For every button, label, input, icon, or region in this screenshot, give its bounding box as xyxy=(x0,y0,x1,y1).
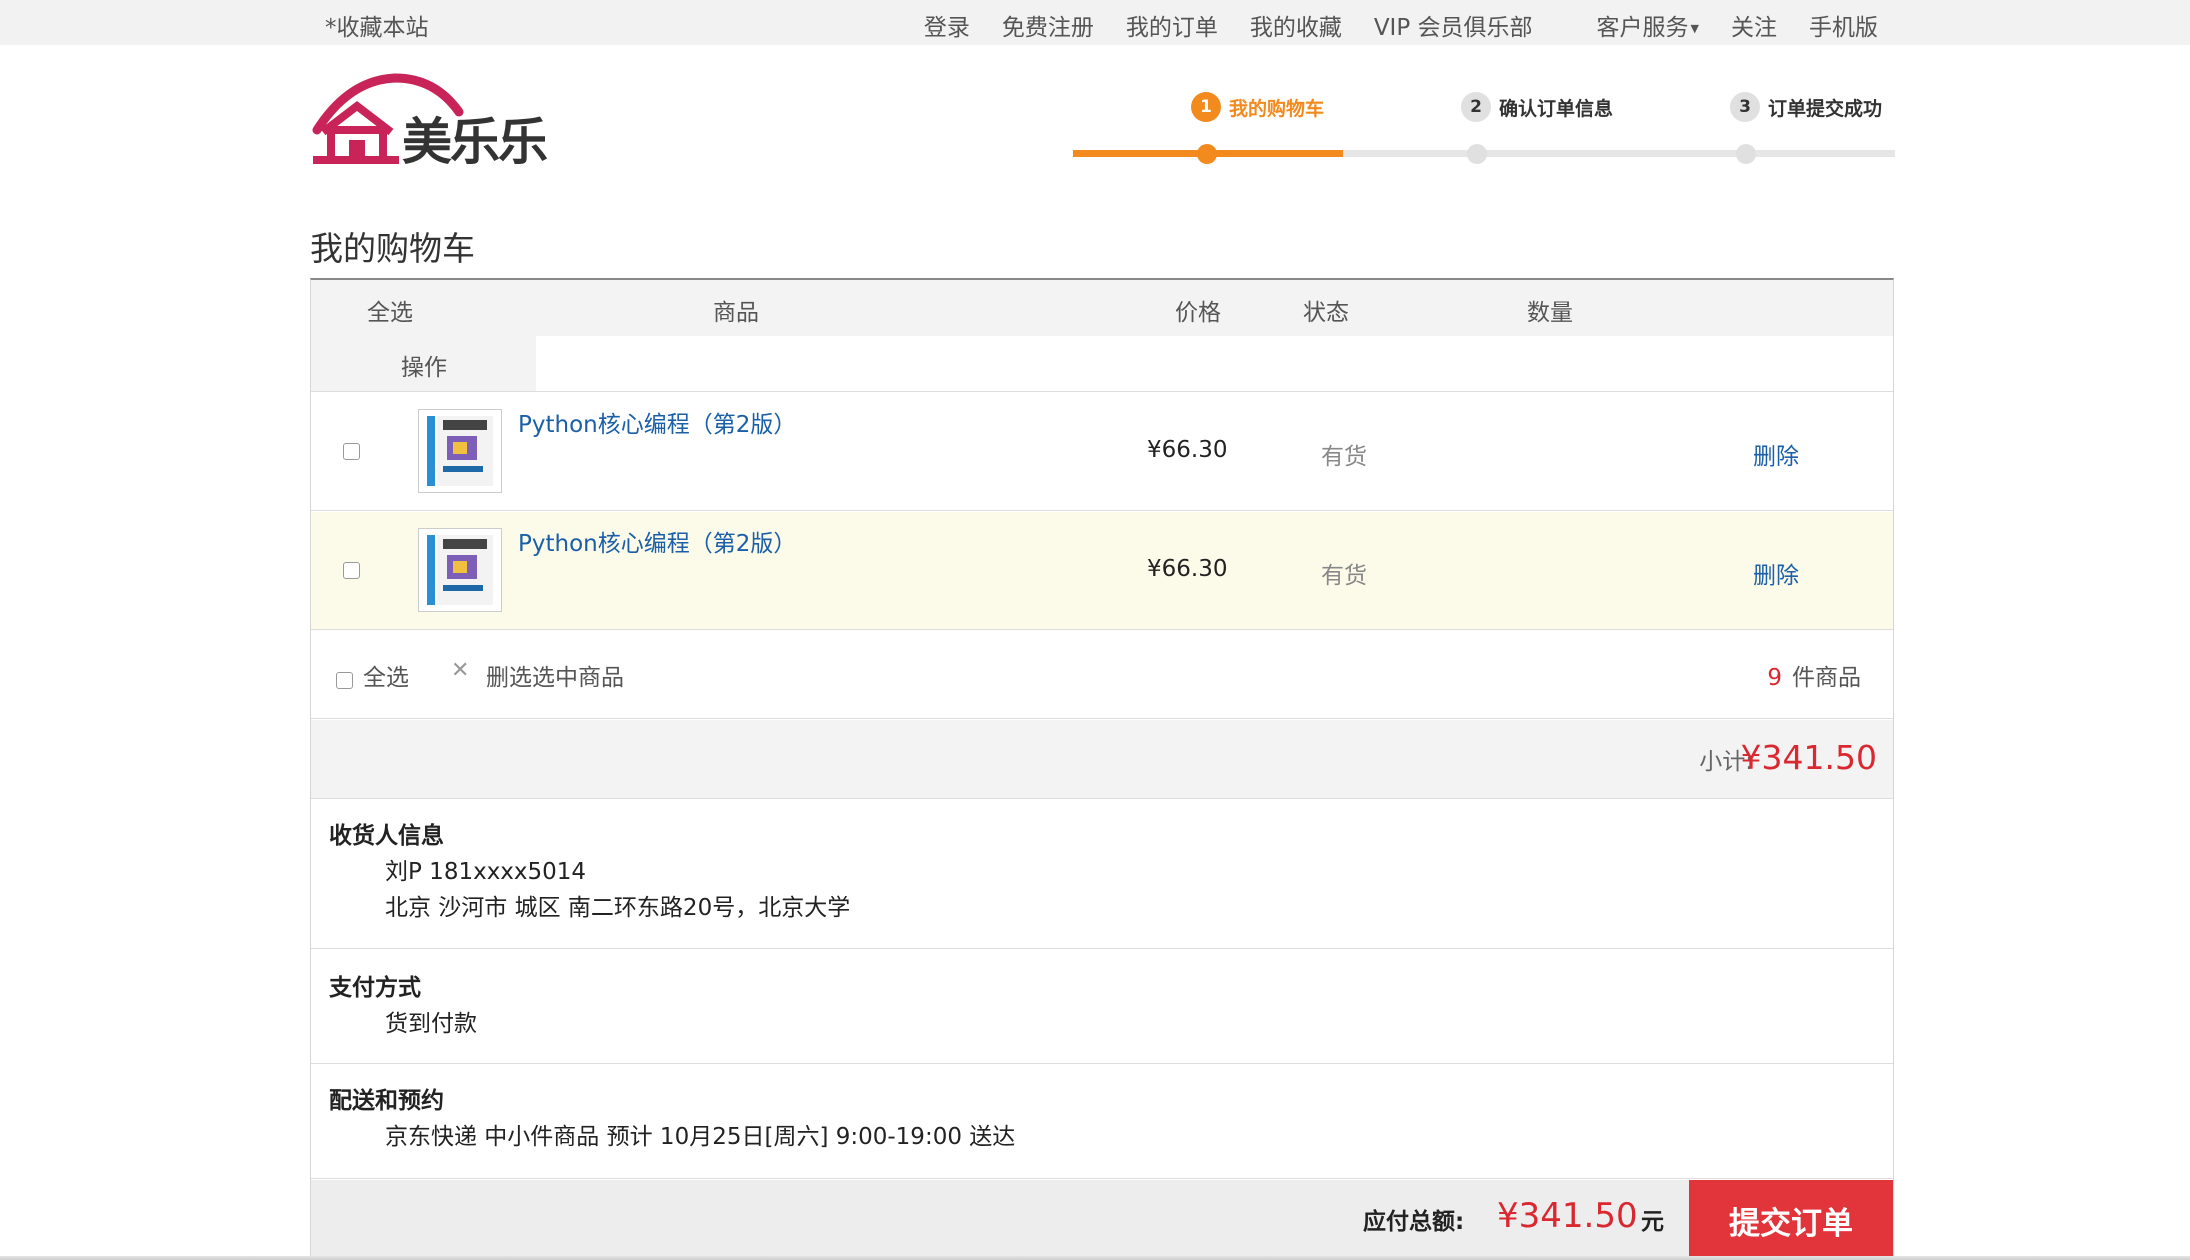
payment-method: 货到付款 xyxy=(385,1011,477,1037)
step-label: 我的购物车 xyxy=(1229,97,1325,120)
delivery-title: 配送和预约 xyxy=(329,1088,444,1114)
customer-service-label: 客户服务 xyxy=(1596,15,1689,41)
page-title: 我的购物车 xyxy=(310,229,475,268)
mobile-link[interactable]: 手机版 xyxy=(1809,8,1878,42)
consignee-title: 收货人信息 xyxy=(329,823,444,849)
book-cover-image xyxy=(427,535,435,605)
cart-table: 全选 商品 价格 状态 数量 操作 Python核心编程（第2版） ¥66.30… xyxy=(310,278,1894,1260)
login-link[interactable]: 登录 xyxy=(924,8,970,42)
consignee-address: 北京 沙河市 城区 南二环东路20号，北京大学 xyxy=(385,895,851,921)
page-bottom-edge xyxy=(0,1256,2190,1260)
step-order-submitted: 3 订单提交成功 xyxy=(1730,92,1882,122)
close-icon[interactable]: ✕ xyxy=(451,658,469,683)
table-row: Python核心编程（第2版） ¥66.30 有货 删除 xyxy=(311,512,1893,630)
bookmark-site-link[interactable]: *收藏本站 xyxy=(325,8,429,42)
book-cover-image xyxy=(427,416,435,486)
product-name-link[interactable]: Python核心编程（第2版） xyxy=(518,524,796,558)
product-thumbnail[interactable] xyxy=(418,409,502,493)
step-dot xyxy=(1197,144,1217,164)
header-product: 商品 xyxy=(713,300,759,326)
delete-item-link[interactable]: 删除 xyxy=(1753,556,1799,590)
step-dot xyxy=(1467,144,1487,164)
step-confirm-order: 2 确认订单信息 xyxy=(1461,92,1613,122)
step-label: 确认订单信息 xyxy=(1499,97,1614,120)
checkout-steps: 1 我的购物车 2 确认订单信息 3 订单提交成功 xyxy=(1073,88,1895,168)
step-number: 1 xyxy=(1191,92,1221,122)
payment-section: 支付方式 货到付款 xyxy=(311,950,1893,1064)
consignee-section: 收货人信息 刘P 181xxxx5014 北京 沙河市 城区 南二环东路20号，… xyxy=(311,800,1893,949)
total-unit: 元 xyxy=(1641,1209,1664,1235)
follow-link[interactable]: 关注 xyxy=(1731,8,1777,42)
customer-service-menu[interactable]: 客户服务 ▼ xyxy=(1565,8,1699,42)
delete-item-link[interactable]: 删除 xyxy=(1753,437,1799,471)
product-price: ¥66.30 xyxy=(1147,437,1228,463)
register-link[interactable]: 免费注册 xyxy=(1002,8,1094,42)
product-name-link[interactable]: Python核心编程（第2版） xyxy=(518,405,796,439)
step-label: 订单提交成功 xyxy=(1768,97,1883,120)
select-all-checkbox[interactable] xyxy=(336,672,353,689)
header-spacer xyxy=(536,336,1893,391)
delete-selected-link[interactable]: 删选选中商品 xyxy=(486,658,624,692)
delivery-detail: 京东快递 中小件商品 预计 10月25日[周六] 9:00-19:00 送达 xyxy=(385,1124,1016,1150)
top-nav: 登录 免费注册 我的订单 我的收藏 VIP 会员俱乐部 客户服务 ▼ 关注 手机版 xyxy=(892,8,1878,42)
header-select-all[interactable]: 全选 xyxy=(367,293,413,327)
item-count-number: 9 xyxy=(1767,665,1782,691)
top-bar: *收藏本站 登录 免费注册 我的订单 我的收藏 VIP 会员俱乐部 客户服务 ▼ … xyxy=(0,0,2190,45)
stock-status: 有货 xyxy=(1321,444,1367,470)
book-cover-image xyxy=(437,535,493,605)
subtotal-row: 小计: ¥341.50 xyxy=(311,720,1893,799)
total-label: 应付总额: xyxy=(1363,1209,1465,1235)
consignee-name-phone: 刘P 181xxxx5014 xyxy=(385,859,587,885)
stock-status: 有货 xyxy=(1321,563,1367,589)
step-number: 3 xyxy=(1730,92,1760,122)
delivery-section: 配送和预约 京东快递 中小件商品 预计 10月25日[周六] 9:00-19:0… xyxy=(311,1065,1893,1179)
step-number: 2 xyxy=(1461,92,1491,122)
my-orders-link[interactable]: 我的订单 xyxy=(1126,8,1218,42)
logo-text: 美乐乐 xyxy=(402,112,548,171)
submit-order-button[interactable]: 提交订单 xyxy=(1689,1180,1893,1260)
header-status: 状态 xyxy=(1303,300,1349,326)
item-checkbox[interactable] xyxy=(343,443,360,460)
table-header-row2: 操作 xyxy=(311,336,1893,392)
table-header: 全选 商品 价格 状态 数量 xyxy=(311,280,1893,336)
table-row: Python核心编程（第2版） ¥66.30 有货 删除 xyxy=(311,393,1893,511)
item-count: 9 件商品 xyxy=(1767,658,1861,692)
subtotal-value: ¥341.50 xyxy=(1740,738,1877,777)
item-checkbox[interactable] xyxy=(343,562,360,579)
item-count-unit: 件商品 xyxy=(1792,665,1861,691)
header-operation: 操作 xyxy=(401,355,447,381)
header-quantity: 数量 xyxy=(1527,300,1573,326)
my-favorites-link[interactable]: 我的收藏 xyxy=(1250,8,1342,42)
book-cover-image xyxy=(437,416,493,486)
product-thumbnail[interactable] xyxy=(418,528,502,612)
step-my-cart: 1 我的购物车 xyxy=(1191,92,1324,122)
payment-title: 支付方式 xyxy=(329,975,421,1001)
select-all-label[interactable]: 全选 xyxy=(363,658,409,692)
cart-actions-row: 全选 ✕ 删选选中商品 9 件商品 xyxy=(311,630,1893,719)
total-value: ¥341.50 xyxy=(1497,1196,1638,1236)
caret-down-icon: ▼ xyxy=(1690,22,1699,35)
product-price: ¥66.30 xyxy=(1147,556,1228,582)
order-total-bar: 应付总额: ¥341.50 元 提交订单 xyxy=(311,1180,1893,1260)
step-dot xyxy=(1736,144,1756,164)
vip-club-link[interactable]: VIP 会员俱乐部 xyxy=(1374,8,1533,42)
header-price: 价格 xyxy=(1175,300,1221,326)
